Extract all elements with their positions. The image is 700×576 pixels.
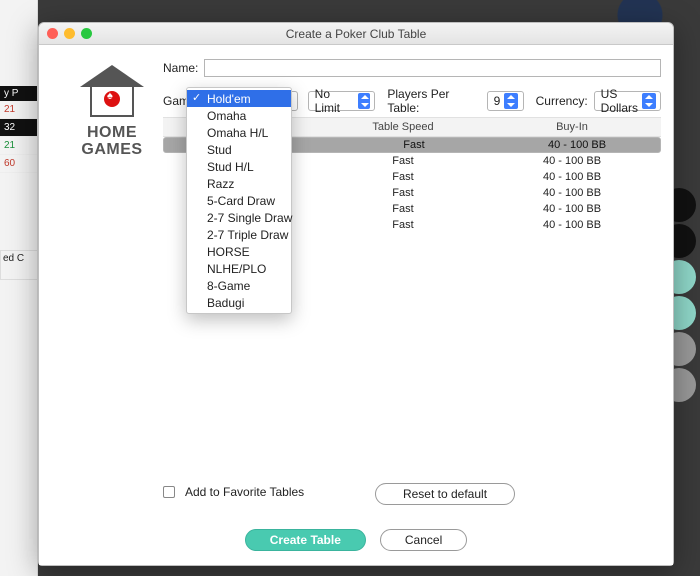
name-label: Name: [163, 61, 198, 75]
reset-button[interactable]: Reset to default [375, 483, 515, 505]
dropdown-item[interactable]: 2-7 Triple Draw [187, 226, 291, 243]
create-table-button[interactable]: Create Table [245, 529, 366, 551]
logo-text-2: GAMES [57, 142, 167, 159]
dropdown-item-label: 5-Card Draw [207, 194, 275, 208]
cell-buyin: 40 - 100 BB [483, 171, 661, 183]
footer: Add to Favorite Tables Reset to default … [39, 479, 673, 565]
bg-side-heading: y P [0, 86, 37, 101]
limit-select-value: No Limit [315, 87, 354, 115]
cell-speed: Fast [334, 139, 494, 151]
minimize-icon[interactable] [64, 28, 75, 39]
dropdown-item-label: Razz [207, 177, 234, 191]
favorite-checkbox[interactable] [163, 486, 175, 498]
dropdown-item[interactable]: 5-Card Draw [187, 192, 291, 209]
dropdown-item-label: 2-7 Triple Draw [207, 228, 288, 242]
dropdown-item-label: NLHE/PLO [207, 262, 266, 276]
favorite-row: Add to Favorite Tables [163, 485, 304, 499]
favorite-label: Add to Favorite Tables [185, 485, 304, 499]
dropdown-item-label: Hold'em [207, 92, 251, 106]
window-controls [47, 28, 92, 39]
bg-side-tab: ed C [0, 250, 38, 280]
currency-label: Currency: [536, 94, 588, 108]
action-buttons: Create Table Cancel [39, 529, 673, 551]
dropdown-item-label: Stud H/L [207, 160, 254, 174]
dropdown-item[interactable]: Razz [187, 175, 291, 192]
cell-buyin: 40 - 100 BB [483, 219, 661, 231]
dropdown-item-label: HORSE [207, 245, 250, 259]
dropdown-item[interactable]: Stud [187, 141, 291, 158]
dropdown-item[interactable]: 2-7 Single Draw [187, 209, 291, 226]
cell-speed: Fast [323, 187, 483, 199]
logo-text-1: HOME [57, 125, 167, 142]
create-button-label: Create Table [270, 533, 341, 547]
dropdown-item[interactable]: NLHE/PLO [187, 260, 291, 277]
close-icon[interactable] [47, 28, 58, 39]
ppt-label: Players Per Table: [387, 87, 480, 115]
cell-buyin: 40 - 100 BB [483, 155, 661, 167]
currency-select[interactable]: US Dollars [594, 91, 661, 111]
limit-select[interactable]: No Limit [308, 91, 376, 111]
game-dropdown[interactable]: ✓ Hold'em Omaha Omaha H/L Stud Stud H/L Razz 5-… [186, 87, 292, 314]
cell-buyin: 40 - 100 BB [498, 139, 656, 151]
cell-speed: Fast [323, 155, 483, 167]
cell-speed: Fast [323, 171, 483, 183]
name-input[interactable] [204, 59, 661, 77]
col-buyin: Buy-In [483, 121, 661, 133]
titlebar: Create a Poker Club Table [39, 23, 673, 45]
dropdown-item[interactable]: Stud H/L [187, 158, 291, 175]
bg-side-row: 32 [0, 119, 37, 137]
ppt-select[interactable]: 9 [487, 91, 524, 111]
dropdown-item-label: Stud [207, 143, 232, 157]
cancel-button[interactable]: Cancel [380, 529, 467, 551]
dropdown-item-label: 2-7 Single Draw [207, 211, 292, 225]
chevron-updown-icon [642, 93, 656, 109]
dropdown-item-label: Omaha H/L [207, 126, 268, 140]
cell-speed: Fast [323, 203, 483, 215]
dialog-content: HOME GAMES Name: Game: Hold'em No Limit … [39, 45, 673, 565]
bg-side-row: 60 [0, 155, 37, 173]
bg-side-row: 21 [0, 137, 37, 155]
reset-button-label: Reset to default [403, 487, 487, 501]
bg-side-row: 21 [0, 101, 37, 119]
name-row: Name: [163, 59, 661, 77]
cell-buyin: 40 - 100 BB [483, 187, 661, 199]
ppt-select-value: 9 [494, 94, 501, 108]
background-sidebar: y P 21 32 21 60 [0, 0, 38, 576]
dropdown-item[interactable]: Badugi [187, 294, 291, 311]
window-title: Create a Poker Club Table [286, 27, 427, 41]
dropdown-item-label: Badugi [207, 296, 244, 310]
dropdown-item[interactable]: HORSE [187, 243, 291, 260]
dropdown-item-label: 8-Game [207, 279, 250, 293]
dialog-window: Create a Poker Club Table HOME GAMES Nam… [38, 22, 674, 566]
chevron-updown-icon [504, 93, 518, 109]
chevron-updown-icon [358, 93, 370, 109]
dropdown-item[interactable]: 8-Game [187, 277, 291, 294]
cell-speed: Fast [323, 219, 483, 231]
dropdown-item[interactable]: ✓ Hold'em [187, 90, 291, 107]
dropdown-item[interactable]: Omaha [187, 107, 291, 124]
home-games-logo: HOME GAMES [57, 65, 167, 159]
cancel-button-label: Cancel [405, 533, 442, 547]
dropdown-item-label: Omaha [207, 109, 246, 123]
logo-icon [80, 65, 144, 119]
col-speed: Table Speed [323, 121, 483, 133]
cell-buyin: 40 - 100 BB [483, 203, 661, 215]
check-icon: ✓ [192, 91, 201, 104]
currency-select-value: US Dollars [601, 87, 638, 115]
zoom-icon[interactable] [81, 28, 92, 39]
dropdown-item[interactable]: Omaha H/L [187, 124, 291, 141]
